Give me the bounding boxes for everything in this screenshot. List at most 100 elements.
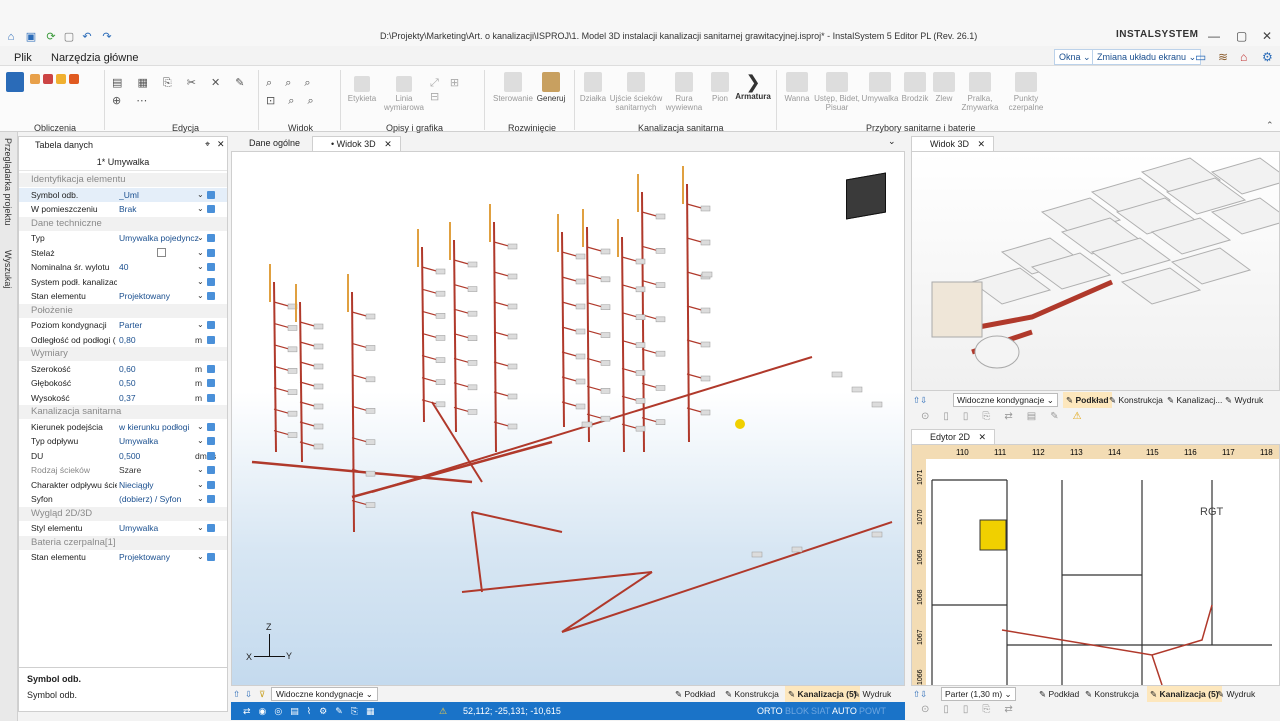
filter-icon[interactable]: ⊽: [259, 686, 265, 702]
fixture-icon[interactable]: [467, 360, 478, 366]
property-value[interactable]: Nieciągły: [119, 478, 199, 492]
visible-floors-dropdown-right[interactable]: Widoczne kondygnacje ⌄: [953, 393, 1058, 407]
property-value[interactable]: w kierunku podłogi: [119, 420, 199, 434]
fixture-icon[interactable]: [655, 419, 666, 425]
fixture-icon[interactable]: [700, 239, 711, 246]
fixture-icon[interactable]: [507, 393, 518, 400]
layer-tab-kanalizacja[interactable]: ✎ Kanalizacja (5): [785, 686, 860, 702]
property-row[interactable]: Odległość od podłogi (0,80 m: [19, 333, 227, 348]
property-value[interactable]: Umywalka pojedyncz: [119, 231, 199, 245]
fixture-icon[interactable]: [655, 248, 666, 254]
section-header[interactable]: Bateria czerpalna[1]: [19, 535, 227, 550]
fixture-icon[interactable]: [655, 350, 666, 357]
okna-dropdown[interactable]: Okna ⌄: [1054, 49, 1096, 65]
fixture-icon[interactable]: [751, 551, 763, 558]
undo-icon[interactable]: ↶: [80, 30, 94, 44]
punkty-czerpalne-button[interactable]: Punkty czerpalne: [1004, 72, 1048, 112]
fixture-icon[interactable]: [831, 371, 843, 378]
rb-layer-konstrukcja[interactable]: ✎ Konstrukcja: [1085, 686, 1139, 702]
fixture-icon[interactable]: [365, 439, 376, 445]
fixture-icon[interactable]: [600, 360, 611, 366]
tab-list-icon[interactable]: ⌄: [888, 136, 896, 147]
minimize-icon[interactable]: —: [1208, 29, 1220, 43]
fixture-icon[interactable]: [313, 363, 324, 370]
fixture-icon[interactable]: [287, 410, 298, 417]
sewer-3d-model[interactable]: [232, 152, 905, 686]
visible-floors-dropdown[interactable]: Widoczne kondygnacje ⌄: [271, 687, 378, 701]
fixture-icon[interactable]: [791, 546, 803, 553]
fixture-icon[interactable]: [700, 341, 711, 348]
property-row[interactable]: Szerokość 0,60 m: [19, 362, 227, 377]
floor-dropdown[interactable]: Parter (1,30 m) ⌄: [941, 687, 1016, 701]
rt-layer-wydruk[interactable]: ✎ Wydruk: [1225, 392, 1263, 408]
fixture-icon[interactable]: [600, 248, 611, 255]
fixture-icon[interactable]: [575, 403, 586, 410]
rb-layer-kanalizacja[interactable]: ✎ Kanalizacja (5): [1147, 686, 1222, 702]
fixture-icon[interactable]: [575, 278, 586, 285]
fixture-icon[interactable]: [871, 401, 883, 408]
picker-icon[interactable]: [207, 437, 215, 445]
picker-icon[interactable]: [207, 422, 215, 431]
fixture-icon[interactable]: [575, 253, 586, 260]
property-value[interactable]: 0,50: [119, 376, 199, 390]
tab-widok-3d-main[interactable]: • Widok 3D ✕: [312, 136, 401, 151]
picker-icon[interactable]: [207, 364, 215, 373]
property-row[interactable]: Typ Umywalka pojedyncz ⌄: [19, 231, 227, 246]
panel-close-icon[interactable]: ✕: [217, 139, 225, 150]
property-value[interactable]: Projektowany: [119, 289, 199, 303]
picker-icon[interactable]: [207, 393, 215, 402]
fixture-icon[interactable]: [435, 313, 446, 319]
toggle-powt[interactable]: POWT: [859, 702, 886, 720]
dropdown-icon[interactable]: ⌄: [197, 318, 204, 332]
wanna-button[interactable]: Wanna: [780, 72, 814, 103]
section-header[interactable]: Położenie: [19, 303, 227, 318]
right-3d-viewport[interactable]: [911, 151, 1280, 391]
property-row[interactable]: Typ odpływu Umywalka ⌄: [19, 434, 227, 449]
fixture-icon[interactable]: [435, 401, 446, 408]
fixture-icon[interactable]: [313, 403, 324, 410]
graphics-tools[interactable]: ⤢ ⊞ ⊟: [430, 76, 478, 116]
section-header[interactable]: Dane techniczne: [19, 216, 227, 231]
maximize-icon[interactable]: ▢: [1236, 29, 1247, 43]
fixture-icon[interactable]: [635, 258, 646, 265]
property-value[interactable]: Umywalka: [119, 521, 199, 535]
section-header[interactable]: Identyfikacja elementu: [19, 173, 227, 187]
rt-layer-podklad[interactable]: ✎ Podkład: [1063, 392, 1112, 408]
dropdown-icon[interactable]: ⌄: [197, 420, 204, 434]
property-row[interactable]: Poziom kondygnacji Parter ⌄: [19, 318, 227, 333]
pralka-button[interactable]: Pralka, Zmywarka: [958, 72, 1002, 112]
save-icon[interactable]: ▣: [24, 30, 38, 44]
picker-icon[interactable]: [207, 480, 215, 489]
picker-icon[interactable]: [207, 263, 215, 271]
fixture-icon[interactable]: [507, 333, 518, 340]
open-icon[interactable]: ⟳: [44, 30, 58, 44]
fixture-icon[interactable]: [435, 290, 446, 297]
zoom-tools[interactable]: ⌕ ⌕ ⌕ ⊡ ⌕ ⌕: [266, 74, 336, 114]
close-icon[interactable]: ✕: [1262, 29, 1272, 43]
dropdown-icon[interactable]: ⌄: [197, 275, 204, 289]
property-row[interactable]: Styl elementu Umywalka ⌄: [19, 521, 227, 536]
toilet-cistern[interactable]: [931, 281, 983, 338]
section-header[interactable]: Wygląd 2D/3D: [19, 506, 227, 521]
fixture-icon[interactable]: [467, 409, 478, 415]
property-row[interactable]: DU 0,500 dm³/s: [19, 449, 227, 464]
fixture-icon[interactable]: [467, 384, 478, 391]
property-row[interactable]: Rodzaj ścieków Szare ⌄: [19, 463, 227, 478]
fixture-icon[interactable]: [287, 432, 298, 438]
fixture-icon[interactable]: [435, 268, 446, 275]
right-top-toolbar[interactable]: ⊙▯▯⎘⇄▤✎⚠: [911, 408, 1280, 426]
dropdown-icon[interactable]: ⌄: [197, 478, 204, 492]
zlew-button[interactable]: Zlew: [930, 72, 958, 103]
property-row[interactable]: System podł. kanalizacji ⌄: [19, 275, 227, 290]
tab-plik[interactable]: Plik: [14, 52, 32, 64]
fixture-icon[interactable]: [435, 357, 446, 363]
fixture-icon[interactable]: [365, 502, 376, 508]
toggle-siat[interactable]: SIAT: [811, 702, 830, 720]
fixture-icon[interactable]: [467, 335, 478, 341]
selected-washbasin[interactable]: [979, 519, 1007, 551]
property-row[interactable]: Charakter odpływu ście Nieciągły ⌄: [19, 478, 227, 493]
rb-layer-podklad[interactable]: ✎ Podkład: [1039, 686, 1079, 702]
tab-wyszukaj[interactable]: Wyszukaj: [3, 250, 13, 288]
pin-icon[interactable]: ⌖: [205, 139, 210, 150]
etykieta-button[interactable]: Etykieta: [344, 76, 380, 103]
